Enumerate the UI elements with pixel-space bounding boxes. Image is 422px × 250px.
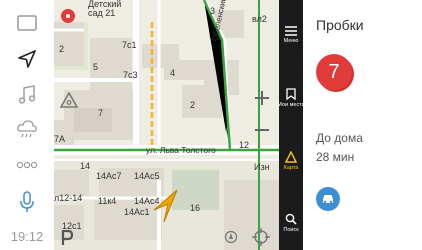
clock-time: 19:12 <box>10 229 44 244</box>
building-number: 5 <box>93 62 99 72</box>
building-number: 4 <box>170 68 176 78</box>
building-number: 2 <box>59 44 65 54</box>
nav-map-label: Карта <box>283 165 299 171</box>
home-route-time: 28 мин <box>316 150 355 164</box>
weather-cloud-icon[interactable] <box>8 112 46 146</box>
nav-my-places-label: Мои места <box>277 102 305 108</box>
map-poi-kindergarten[interactable]: Детский сад 21 <box>88 0 121 18</box>
side-nav-bar: Меню Мои места Карта Поиск <box>277 0 305 250</box>
nav-search-label: Поиск <box>283 227 299 233</box>
building-number: 14Ас5 <box>134 171 160 181</box>
building-number: 7А <box>54 134 66 144</box>
traffic-level-badge[interactable]: 7 <box>316 54 352 90</box>
map-view[interactable]: Детский сад 21 3 2 7с1 5 7с3 4 2 7 7А 12… <box>54 0 279 250</box>
building-number: 14Ас1 <box>124 207 150 217</box>
street-label-tolstoy: ул. Льва Толстого <box>146 145 216 155</box>
home-route-label[interactable]: До дома <box>316 131 363 145</box>
building-number: 16 <box>190 203 201 213</box>
building-number: 11к4 <box>98 196 117 206</box>
zoom-in-icon[interactable] <box>254 90 274 110</box>
nav-menu-label: Меню <box>283 38 299 44</box>
building-number: 7с1 <box>122 40 137 50</box>
locate-me-icon[interactable] <box>252 228 272 248</box>
tablet-frame-icon[interactable] <box>8 6 46 40</box>
building-number: вл2 <box>252 14 267 24</box>
road-events-icon[interactable] <box>60 92 80 112</box>
building-number: 14Ас7 <box>96 171 122 181</box>
parking-icon[interactable] <box>60 230 78 248</box>
building-number: л12-14 <box>54 193 83 203</box>
music-note-icon[interactable] <box>8 78 46 112</box>
app-root: 19:12 Детский сад 21 3 2 7с1 5 7с3 4 2 7… <box>0 0 422 250</box>
compass-icon[interactable] <box>224 230 240 246</box>
zoom-out-icon[interactable] <box>254 122 274 142</box>
search-icon <box>285 213 297 225</box>
traffic-panel: Пробки 7 До дома 28 мин <box>303 0 422 250</box>
navigation-arrow-icon[interactable] <box>8 42 46 76</box>
building-number: 12 <box>239 140 250 150</box>
car-icon[interactable] <box>316 187 340 211</box>
menu-icon <box>285 26 297 36</box>
building-number: Изн <box>254 162 270 172</box>
nav-map-button[interactable]: Карта <box>279 151 303 171</box>
nav-search-button[interactable]: Поиск <box>279 213 303 233</box>
building-number: 2 <box>190 100 196 110</box>
nav-my-places-button[interactable]: Мои места <box>277 88 305 108</box>
building-number: 7 <box>98 108 104 118</box>
panel-title: Пробки <box>316 17 364 33</box>
nav-menu-button[interactable]: Меню <box>279 26 303 44</box>
building-number: 7с3 <box>123 70 138 80</box>
bookmark-icon <box>286 88 296 100</box>
left-rail: 19:12 <box>0 0 55 250</box>
map-cone-icon <box>285 151 297 163</box>
building-number: 14Ас4 <box>134 196 160 206</box>
more-dots-icon[interactable] <box>8 148 46 182</box>
microphone-icon[interactable] <box>8 185 46 219</box>
building-number: 14 <box>80 161 91 171</box>
map-canvas <box>54 0 279 250</box>
